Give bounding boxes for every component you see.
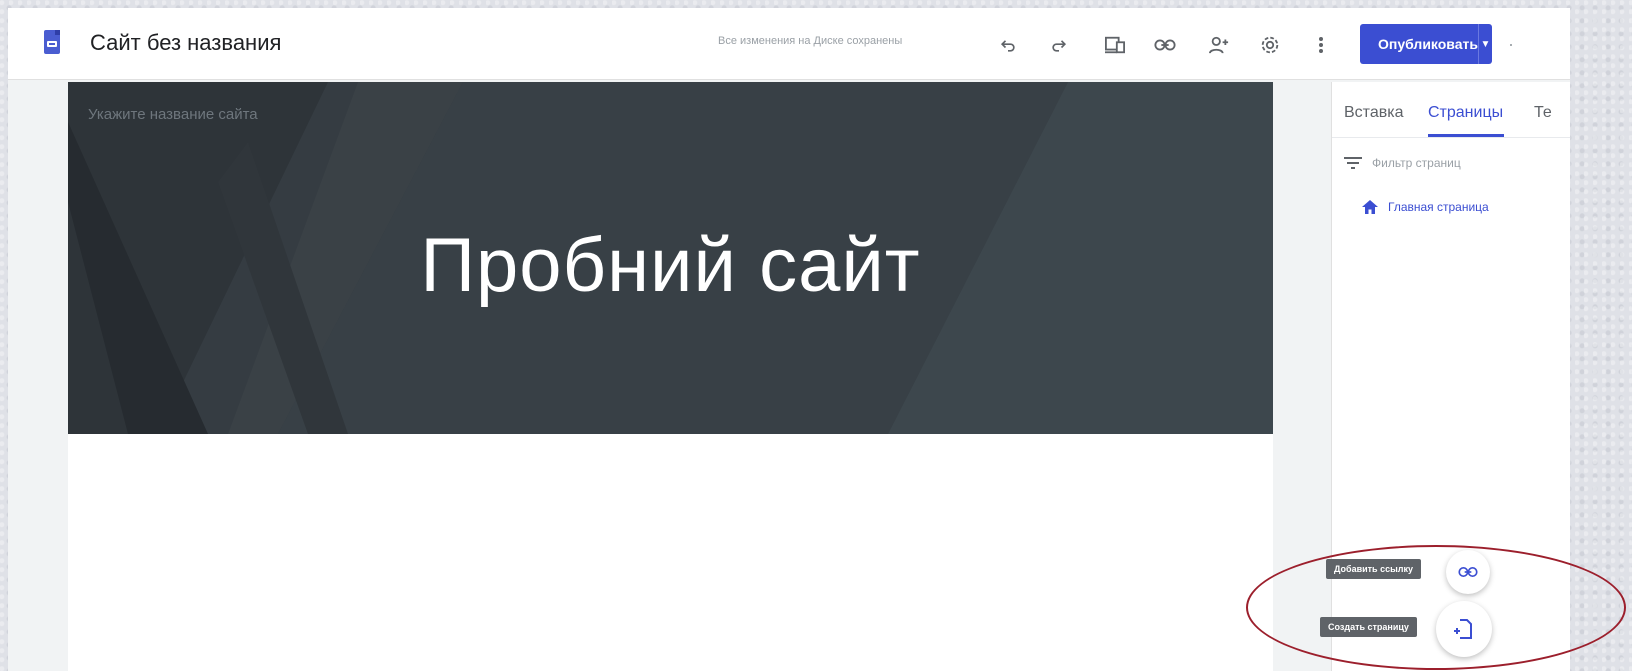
google-sites-logo-icon[interactable]: [44, 30, 60, 54]
home-icon: [1362, 200, 1378, 214]
publish-label: Опубликовать: [1378, 36, 1478, 52]
tab-themes[interactable]: Те: [1534, 104, 1552, 122]
site-name-placeholder[interactable]: Укажите название сайта: [88, 106, 258, 123]
site-title[interactable]: Сайт без названия: [90, 30, 281, 56]
add-person-icon[interactable]: [1204, 30, 1234, 60]
undo-icon[interactable]: [993, 30, 1023, 60]
page-item-label: Главная страница: [1388, 200, 1489, 214]
filter-icon: [1344, 157, 1362, 169]
filter-placeholder: Фильтр страниц: [1372, 156, 1461, 170]
publish-button[interactable]: Опубликовать ▼: [1360, 24, 1492, 64]
settings-icon[interactable]: [1255, 30, 1285, 60]
highlight-ellipse: [1246, 545, 1626, 670]
top-bar: Сайт без названия Все изменения на Диске…: [8, 8, 1570, 80]
page-item-home[interactable]: Главная страница: [1362, 200, 1489, 214]
site-canvas[interactable]: Укажите название сайта Пробний сайт: [68, 82, 1273, 671]
redo-icon[interactable]: [1044, 30, 1074, 60]
tab-pages[interactable]: Страницы: [1428, 104, 1503, 122]
active-tab-indicator: [1428, 134, 1504, 137]
preview-icon[interactable]: [1100, 30, 1130, 60]
overflow-edge: ·: [1508, 34, 1514, 54]
save-status: Все изменения на Диске сохранены: [718, 35, 903, 47]
tab-insert[interactable]: Вставка: [1344, 104, 1403, 122]
page-filter[interactable]: Фильтр страниц: [1344, 156, 1461, 170]
dropdown-arrow-icon[interactable]: ▼: [1477, 24, 1492, 64]
header-banner[interactable]: Укажите название сайта Пробний сайт: [68, 82, 1273, 434]
hero-title[interactable]: Пробний сайт: [68, 222, 1273, 309]
link-icon[interactable]: [1150, 30, 1180, 60]
panel-tabs: Вставка Страницы Те: [1332, 82, 1570, 138]
more-vert-icon[interactable]: [1306, 30, 1336, 60]
